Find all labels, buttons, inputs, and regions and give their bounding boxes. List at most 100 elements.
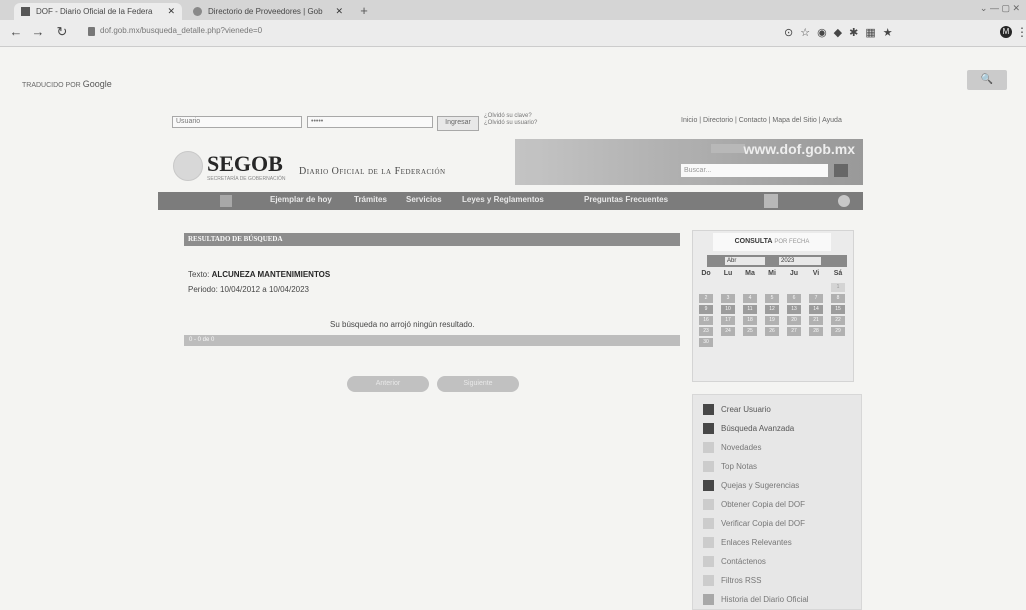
password-field[interactable]: ••••• (307, 116, 433, 128)
calendar-day[interactable]: 7 (809, 294, 823, 303)
sidebar-item-top-notas[interactable]: Top Notas (693, 458, 863, 477)
calendar-day[interactable]: 6 (787, 294, 801, 303)
forgot-password-link[interactable]: ¿Olvidó su clave? (484, 113, 537, 120)
menu-leyes[interactable]: Leyes y Reglamentos (462, 195, 544, 204)
sidebar-item-contactenos[interactable]: Contáctenos (693, 553, 863, 572)
menu-servicios[interactable]: Servicios (406, 195, 442, 204)
sidebar-item-label: Filtros RSS (721, 576, 762, 585)
calendar-day[interactable]: 16 (699, 316, 713, 325)
address-toolbar: ← → ↻ dof.gob.mx/busqueda_detalle.php?vi… (0, 20, 1026, 47)
sidebar-item-busqueda[interactable]: Búsqueda Avanzada (693, 420, 863, 439)
menu-preguntas[interactable]: Preguntas Frecuentes (584, 195, 668, 204)
next-button[interactable]: Siguiente (437, 376, 519, 392)
sidebar-item-novedades[interactable]: Novedades (693, 439, 863, 458)
calendar-day[interactable]: 22 (831, 316, 845, 325)
calendar-day[interactable]: 8 (831, 294, 845, 303)
sidebar-item-quejas[interactable]: Quejas y Sugerencias (693, 477, 863, 496)
search-button[interactable] (834, 164, 848, 177)
reload-icon[interactable]: ↻ (54, 25, 70, 39)
document-icon (703, 499, 714, 510)
forgot-user-link[interactable]: ¿Olvidó su usuario? (484, 120, 537, 127)
forward-arrow-icon[interactable]: → (30, 25, 46, 39)
news-icon (703, 442, 714, 453)
search-period: Periodo: 10/04/2012 a 10/04/2023 (188, 285, 309, 294)
login-button[interactable]: Ingresar (437, 116, 479, 131)
sidebar-item-label: Novedades (721, 443, 762, 452)
calendar-day[interactable]: 13 (787, 305, 801, 314)
url-text: dof.gob.mx/busqueda_detalle.php?vienede=… (100, 26, 263, 35)
sidebar-item-label: Quejas y Sugerencias (721, 481, 800, 490)
calendar-day[interactable]: 2 (699, 294, 713, 303)
calendar-day[interactable]: 21 (809, 316, 823, 325)
calendar-day[interactable]: 25 (743, 327, 757, 336)
results-footer: 0 - 0 de 0 (184, 335, 680, 346)
periodo-value: 10/04/2012 a 10/04/2023 (220, 285, 310, 294)
people-icon (703, 480, 714, 491)
calendar-day[interactable]: 20 (787, 316, 801, 325)
dow-label: Ju (789, 270, 799, 277)
sidebar-item-label: Top Notas (721, 462, 758, 471)
calendar-day[interactable]: 27 (787, 327, 801, 336)
sidebar-item-historia[interactable]: Historia del Diario Oficial (693, 591, 863, 610)
search-icon[interactable]: 🔍 (967, 70, 1007, 90)
site-search-input[interactable]: Buscar... (681, 164, 828, 177)
sidebar-services: Crear Usuario Búsqueda Avanzada Novedade… (692, 394, 862, 610)
contact-icon (703, 556, 714, 567)
address-bar[interactable]: dof.gob.mx/busqueda_detalle.php?vienede=… (82, 24, 752, 41)
calendar-day[interactable]: 5 (765, 294, 779, 303)
back-arrow-icon[interactable]: ← (8, 25, 24, 39)
calendar-day[interactable]: 18 (743, 316, 757, 325)
year-select[interactable]: 2023 (779, 257, 821, 265)
calendar-day[interactable]: 17 (721, 316, 735, 325)
calendar-day[interactable]: 14 (809, 305, 823, 314)
close-tab-icon[interactable]: ✕ (167, 3, 175, 20)
tab-directorio[interactable]: Directorio de Proveedores | Gob ✕ (186, 3, 350, 20)
calendar-day[interactable]: 1 (831, 283, 845, 292)
sidebar-item-rss[interactable]: Filtros RSS (693, 572, 863, 591)
calendar-day[interactable]: 12 (765, 305, 779, 314)
dof-title: Diario Oficial de la Federación (299, 166, 446, 177)
sidebar-item-enlaces[interactable]: Enlaces Relevantes (693, 534, 863, 553)
calendar-day[interactable]: 30 (699, 338, 713, 347)
translate-attribution: TRADUCIDO POR Google (22, 79, 112, 89)
segob-logo[interactable]: SEGOB (207, 151, 283, 177)
profile-avatar[interactable]: M (1000, 26, 1012, 38)
calendar-day[interactable]: 10 (721, 305, 735, 314)
menu-dots-icon[interactable]: ⋮ (1016, 25, 1026, 39)
calendar-day[interactable]: 19 (765, 316, 779, 325)
new-tab-button[interactable]: + (356, 4, 372, 18)
header-banner: www.dof.gob.mx Buscar... (515, 139, 863, 185)
calendar-day[interactable]: 24 (721, 327, 735, 336)
extension-icons[interactable]: ⊙☆◉◆✱▦★ (784, 26, 900, 39)
twitter-icon[interactable] (764, 194, 778, 208)
calendar-day[interactable]: 29 (831, 327, 845, 336)
dow-label: Mi (768, 270, 776, 277)
sidebar-item-label: Crear Usuario (721, 405, 771, 414)
calendar-day[interactable]: 4 (743, 294, 757, 303)
sidebar-item-obtener-copia[interactable]: Obtener Copia del DOF (693, 496, 863, 515)
sidebar-item-verificar-copia[interactable]: Verificar Copia del DOF (693, 515, 863, 534)
month-select[interactable]: Abr (725, 257, 765, 265)
lock-icon (88, 27, 95, 36)
search-text: Texto: ALCUNEZA MANTENIMIENTOS (188, 270, 330, 279)
menu-tramites[interactable]: Trámites (354, 195, 387, 204)
username-field[interactable]: Usuario (172, 116, 302, 128)
menu-ejemplar[interactable]: Ejemplar de hoy (270, 195, 332, 204)
calendar-day[interactable]: 23 (699, 327, 713, 336)
sidebar-item-crear-usuario[interactable]: Crear Usuario (693, 401, 863, 420)
globe-icon[interactable] (838, 195, 850, 207)
window-controls-icon[interactable]: ⌄ — ▢ ✕ (980, 3, 1020, 14)
close-tab-icon[interactable]: ✕ (335, 3, 343, 20)
translate-bar: TRADUCIDO POR Google (0, 47, 1026, 89)
top-links[interactable]: Inicio | Directorio | Contacto | Mapa de… (681, 117, 842, 124)
calendar-day[interactable]: 3 (721, 294, 735, 303)
tab-dof[interactable]: DOF - Diario Oficial de la Federa ✕ (14, 3, 182, 20)
home-icon[interactable] (220, 195, 232, 207)
calendar-tab[interactable]: CONSULTA POR FECHA (713, 233, 831, 251)
calendar-day[interactable]: 28 (809, 327, 823, 336)
calendar-day[interactable]: 15 (831, 305, 845, 314)
calendar-day[interactable]: 26 (765, 327, 779, 336)
calendar-day[interactable]: 11 (743, 305, 757, 314)
calendar-day[interactable]: 9 (699, 305, 713, 314)
previous-button[interactable]: Anterior (347, 376, 429, 392)
